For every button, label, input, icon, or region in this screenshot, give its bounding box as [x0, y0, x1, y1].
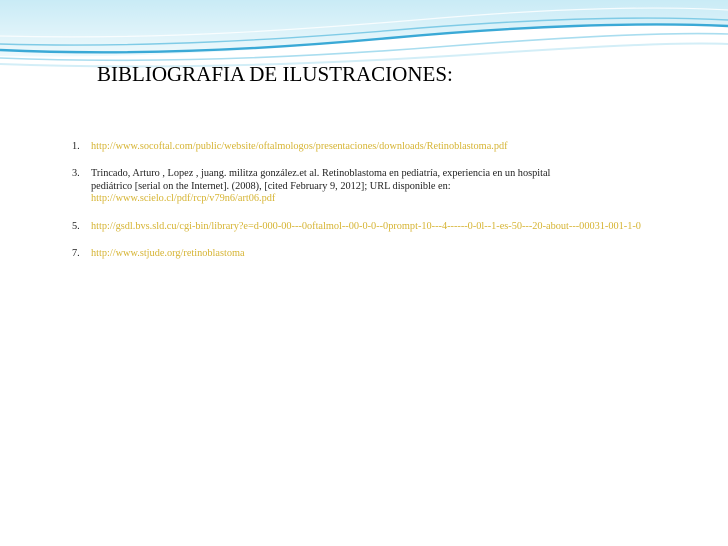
reference-number: 7.: [72, 248, 80, 259]
reference-number: 1.: [72, 141, 80, 152]
reference-link[interactable]: http://www.scielo.cl/pdf/rcp/v79n6/art06…: [0, 193, 728, 206]
slide: BIBLIOGRAFIA DE ILUSTRACIONES: 1. http:/…: [0, 0, 728, 546]
reference-item: 1. http://www.socoftal.com/public/websit…: [0, 141, 728, 154]
reference-link[interactable]: http://www.stjude.org/retinoblastoma: [0, 248, 728, 261]
reference-item: 5. http://gsdl.bvs.sld.cu/cgi-bin/librar…: [0, 221, 728, 234]
reference-number: 3.: [72, 168, 80, 179]
reference-text: Trincado, Arturo , Lopez , juang. militz…: [91, 168, 551, 179]
reference-link[interactable]: http://gsdl.bvs.sld.cu/cgi-bin/library?e…: [0, 221, 728, 234]
reference-text: pediátrico [serial on the Internet]. (20…: [91, 180, 451, 192]
reference-number: 5.: [72, 221, 80, 232]
reference-link[interactable]: http://www.socoftal.com/public/website/o…: [0, 141, 728, 154]
reference-list: 1. http://www.socoftal.com/public/websit…: [0, 0, 728, 546]
reference-item: 7. http://www.stjude.org/retinoblastoma: [0, 248, 728, 261]
reference-item: 3. Trincado, Arturo , Lopez , juang. mil…: [0, 168, 728, 206]
